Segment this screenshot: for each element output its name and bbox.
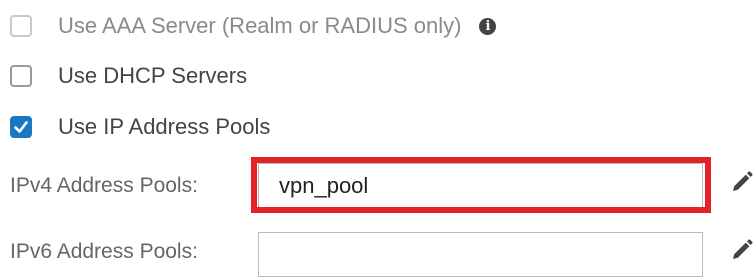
ipv4-pools-field[interactable]: vpn_pool: [258, 163, 703, 208]
aaa-server-option: Use AAA Server (Realm or RADIUS only) i: [10, 11, 497, 41]
ip-pools-option: Use IP Address Pools: [10, 112, 270, 142]
ipv6-pools-label: IPv6 Address Pools:: [10, 240, 198, 263]
aaa-server-checkbox[interactable]: [10, 15, 32, 37]
ip-pools-checkbox[interactable]: [10, 116, 32, 138]
info-icon[interactable]: i: [479, 17, 497, 35]
ipv6-pools-field[interactable]: [258, 232, 703, 277]
dhcp-servers-checkbox[interactable]: [10, 65, 32, 87]
pencil-icon[interactable]: [730, 170, 754, 194]
ip-pools-label: Use IP Address Pools: [58, 114, 271, 139]
aaa-server-label: Use AAA Server (Realm or RADIUS only): [58, 13, 462, 38]
dhcp-servers-option: Use DHCP Servers: [10, 61, 247, 91]
dhcp-servers-label: Use DHCP Servers: [58, 63, 248, 88]
pencil-icon[interactable]: [730, 238, 754, 262]
checkmark-icon: [14, 121, 28, 133]
ipv4-pools-value: vpn_pool: [279, 172, 369, 198]
ipv4-pools-label: IPv4 Address Pools:: [10, 174, 198, 197]
